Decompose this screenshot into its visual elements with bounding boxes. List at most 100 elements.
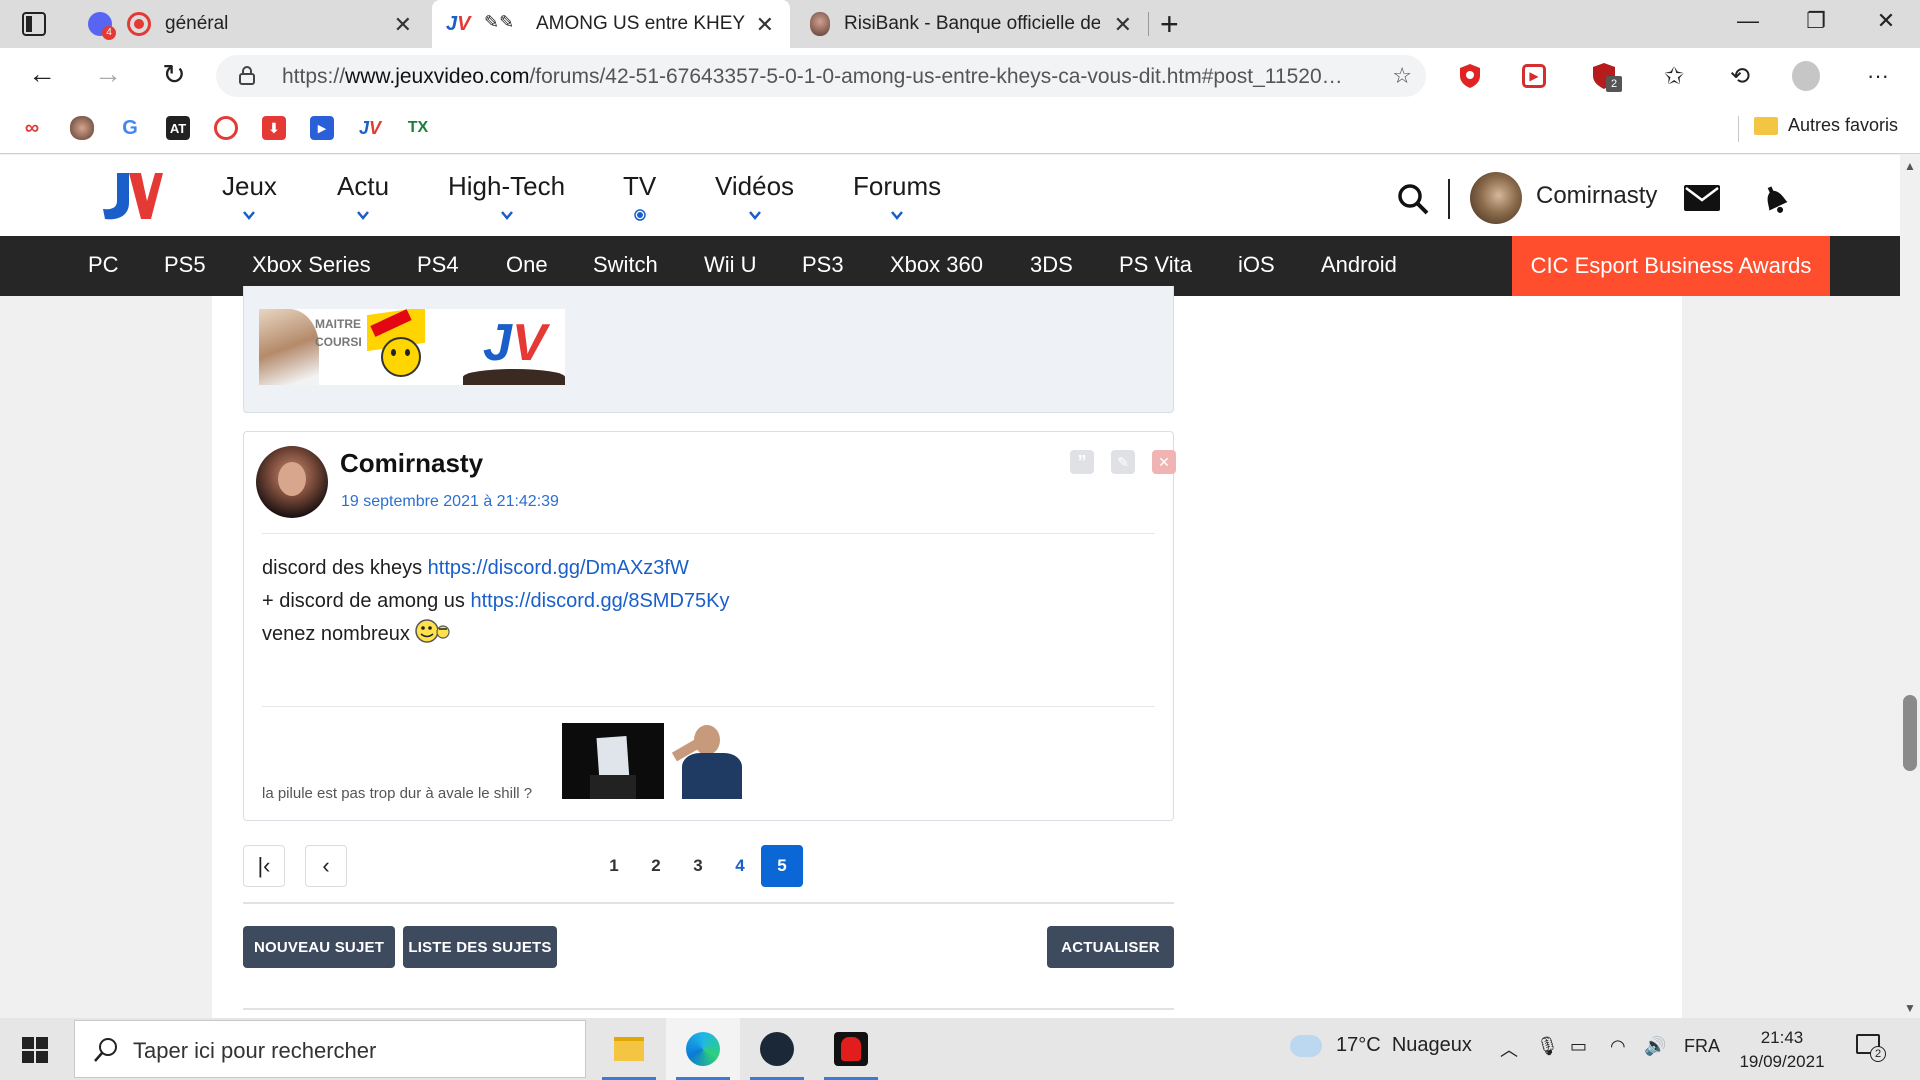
bell-icon[interactable] xyxy=(1757,181,1793,217)
shield-ext-icon[interactable]: 2 xyxy=(1590,62,1622,92)
platform-one[interactable]: One xyxy=(506,252,548,278)
discord-link-kheys[interactable]: https://discord.gg/DmAXz3fW xyxy=(428,557,689,579)
tab-actions-icon[interactable] xyxy=(22,12,46,36)
page-5-current[interactable]: 5 xyxy=(761,845,803,887)
reload-button[interactable]: ↻ xyxy=(154,58,194,91)
refresh-button[interactable]: ACTUALISER xyxy=(1047,926,1174,968)
topic-list-button[interactable]: LISTE DES SUJETS xyxy=(403,926,557,968)
volume-icon[interactable]: 🔊 xyxy=(1644,1036,1666,1057)
bookmark-tx-icon[interactable]: TX xyxy=(406,116,430,140)
bookmark-google-icon[interactable]: G xyxy=(118,116,142,140)
platform-wii-u[interactable]: Wii U xyxy=(704,252,757,278)
tab-risibank[interactable]: RisiBank - Banque officielle des sticker… xyxy=(792,0,1148,48)
nav-videos[interactable]: Vidéos xyxy=(715,171,794,222)
platform-xbox-360[interactable]: Xbox 360 xyxy=(890,252,983,278)
smiley-icon xyxy=(415,619,451,643)
history-icon[interactable]: ⟲ xyxy=(1726,62,1754,90)
microphone-icon[interactable]: 🎙 xyxy=(1536,1036,1559,1057)
platform-ios[interactable]: iOS xyxy=(1238,252,1275,278)
tab-among-us[interactable]: JV ✎✎ AMONG US entre KHEYS ça vous dit ?… xyxy=(432,0,790,48)
page-1[interactable]: 1 xyxy=(593,845,635,887)
jv-logo[interactable] xyxy=(95,169,163,223)
nav-actu[interactable]: Actu xyxy=(337,171,389,222)
steam-app[interactable] xyxy=(740,1018,814,1080)
esport-awards-button[interactable]: CIC Esport Business Awards xyxy=(1512,236,1830,296)
close-window-button[interactable]: ✕ xyxy=(1866,8,1906,34)
scroll-down-icon[interactable]: ▼ xyxy=(1904,1001,1916,1015)
nav-high-tech[interactable]: High-Tech xyxy=(448,171,565,222)
youtube-ext-icon[interactable]: ▶ xyxy=(1520,62,1548,90)
taskbar-search-input[interactable]: Taper ici pour rechercher xyxy=(74,1020,586,1078)
other-favorites[interactable]: Autres favoris xyxy=(1753,115,1898,136)
page-scrollbar[interactable]: ▲ ▼ xyxy=(1900,155,1920,1018)
post-author[interactable]: Comirnasty xyxy=(340,448,483,479)
delete-button[interactable]: ✕ xyxy=(1152,450,1176,474)
post-date[interactable]: 19 septembre 2021 à 21:42:39 xyxy=(341,493,559,511)
bookmark-youtube-icon[interactable]: ▶ xyxy=(310,116,334,140)
url-input[interactable]: https://www.jeuxvideo.com/forums/42-51-6… xyxy=(216,55,1426,97)
wifi-icon[interactable]: ◠ xyxy=(1610,1036,1626,1057)
profile-icon[interactable] xyxy=(1792,61,1820,91)
previous-page-button[interactable]: ‹ xyxy=(305,845,347,887)
edit-button[interactable]: ✎ xyxy=(1111,450,1135,474)
page-4[interactable]: 4 xyxy=(719,845,761,887)
add-favorite-icon[interactable]: ☆ xyxy=(1392,63,1412,89)
favorites-icon[interactable]: ✩ xyxy=(1660,62,1688,90)
platform-ps4[interactable]: PS4 xyxy=(417,252,459,278)
ublock-icon[interactable] xyxy=(1456,62,1484,90)
minimize-button[interactable]: — xyxy=(1728,8,1768,34)
page-2[interactable]: 2 xyxy=(635,845,677,887)
close-icon[interactable]: ✕ xyxy=(1114,12,1132,38)
steam-icon xyxy=(760,1032,794,1066)
nav-jeux[interactable]: Jeux xyxy=(222,171,277,222)
platform-xbox-series[interactable]: Xbox Series xyxy=(252,252,371,278)
discord-link-among-us[interactable]: https://discord.gg/8SMD75Ky xyxy=(470,590,729,612)
platform-3ds[interactable]: 3DS xyxy=(1030,252,1073,278)
search-icon[interactable] xyxy=(1397,183,1429,215)
mail-icon[interactable] xyxy=(1684,185,1720,211)
avatar[interactable] xyxy=(1470,172,1522,224)
nav-forums[interactable]: Forums xyxy=(853,171,941,222)
tab-general[interactable]: 4 général ✕ xyxy=(72,0,428,48)
file-explorer-app[interactable] xyxy=(592,1018,666,1080)
scroll-up-icon[interactable]: ▲ xyxy=(1904,159,1916,173)
page-3[interactable]: 3 xyxy=(677,845,719,887)
close-icon[interactable]: ✕ xyxy=(756,12,774,38)
bookmark-pin-icon[interactable] xyxy=(214,116,238,140)
language-indicator[interactable]: FRA xyxy=(1684,1036,1720,1057)
username[interactable]: Comirnasty xyxy=(1536,182,1657,210)
clock[interactable]: 21:43 19/09/2021 xyxy=(1732,1026,1832,1074)
among-us-app[interactable] xyxy=(814,1018,888,1080)
weather-widget[interactable]: 17°C Nuageux xyxy=(1290,1034,1472,1057)
bookmark-at-icon[interactable]: AT xyxy=(166,116,190,140)
bookmark-download-icon[interactable]: ⬇ xyxy=(262,116,286,140)
platform-pc[interactable]: PC xyxy=(88,252,119,278)
nav-tv[interactable]: TV xyxy=(623,171,656,222)
scroll-thumb[interactable] xyxy=(1903,695,1917,771)
first-page-button[interactable]: |‹ xyxy=(243,845,285,887)
bookmark-jv-icon[interactable]: JV xyxy=(358,116,382,140)
author-avatar[interactable] xyxy=(256,446,328,518)
more-menu-icon[interactable]: ··· xyxy=(1864,62,1892,90)
new-tab-button[interactable]: + xyxy=(1160,6,1179,43)
quote-button[interactable]: ” xyxy=(1070,450,1094,474)
forward-button[interactable]: → xyxy=(88,58,128,90)
edge-icon xyxy=(686,1032,720,1066)
windows-start-icon[interactable] xyxy=(22,1037,48,1063)
back-button[interactable]: ← xyxy=(22,58,62,90)
search-icon xyxy=(94,1038,117,1062)
platform-ps5[interactable]: PS5 xyxy=(164,252,206,278)
platform-android[interactable]: Android xyxy=(1321,252,1397,278)
tray-chevron-icon[interactable]: ︿ xyxy=(1500,1036,1518,1062)
new-topic-button[interactable]: NOUVEAU SUJET xyxy=(243,926,395,968)
platform-ps-vita[interactable]: PS Vita xyxy=(1119,252,1192,278)
platform-ps3[interactable]: PS3 xyxy=(802,252,844,278)
maximize-button[interactable]: ❐ xyxy=(1796,8,1836,34)
bookmark-infinity-icon[interactable]: ∞ xyxy=(20,116,44,140)
notification-icon[interactable]: 2 xyxy=(1856,1034,1886,1062)
bookmark-face-icon[interactable] xyxy=(70,116,94,140)
close-icon[interactable]: ✕ xyxy=(394,12,412,38)
edge-app[interactable] xyxy=(666,1018,740,1080)
platform-switch[interactable]: Switch xyxy=(593,252,658,278)
battery-icon[interactable]: ▭ xyxy=(1570,1036,1587,1057)
